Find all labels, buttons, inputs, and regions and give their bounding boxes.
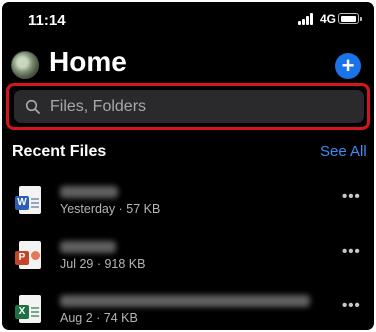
plus-icon: + <box>341 53 355 78</box>
network-type: 4G <box>320 12 337 26</box>
recent-files-heading: Recent Files <box>12 143 107 160</box>
file-name-redacted <box>60 186 118 198</box>
file-meta: Yesterday · 57 KB <box>60 202 161 216</box>
file-meta: Aug 2 · 74 KB <box>60 311 138 325</box>
file-name-redacted <box>60 295 310 307</box>
excel-file-icon: X <box>15 295 45 325</box>
word-file-icon: W <box>15 186 45 216</box>
page-title: Home <box>49 46 127 77</box>
signal-icon <box>298 13 316 25</box>
more-options-icon[interactable]: ••• <box>342 188 361 205</box>
file-meta: Jul 29 · 918 KB <box>60 257 146 271</box>
list-item[interactable]: X Aug 2 · 74 KB ••• <box>2 291 374 330</box>
status-time: 11:14 <box>28 12 66 29</box>
avatar[interactable] <box>11 51 39 79</box>
status-bar: 11:14 4G <box>2 2 374 36</box>
more-options-icon[interactable]: ••• <box>342 297 361 314</box>
list-item[interactable]: P Jul 29 · 918 KB ••• <box>2 237 374 291</box>
see-all-link[interactable]: See All <box>320 143 367 160</box>
search-highlight-box <box>6 83 370 130</box>
list-item[interactable]: W Yesterday · 57 KB ••• <box>2 182 374 236</box>
add-button[interactable]: + <box>335 53 361 79</box>
file-name-redacted <box>60 241 116 253</box>
battery-icon <box>338 13 362 24</box>
more-options-icon[interactable]: ••• <box>342 243 361 260</box>
app-screen: 11:14 4G Home + Recent Files See All W <box>2 2 374 330</box>
powerpoint-file-icon: P <box>15 241 45 271</box>
